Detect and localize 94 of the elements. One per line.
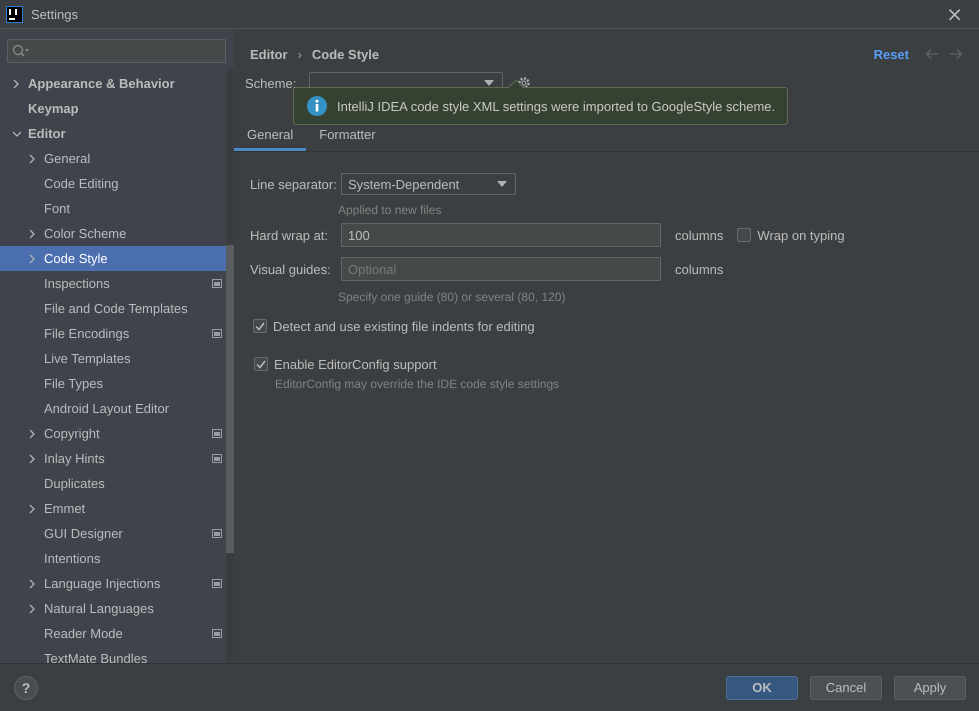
chevron-right-icon[interactable] — [28, 428, 36, 438]
app-logo-icon — [6, 6, 23, 22]
dropdown-arrow-icon — [497, 181, 507, 187]
item-label: Emmet — [44, 501, 86, 516]
breadcrumb-item: Editor — [250, 46, 288, 62]
sidebar-item[interactable]: Editor — [0, 121, 226, 146]
item-label: Editor — [28, 126, 66, 141]
sidebar-item[interactable]: Emmet — [0, 496, 226, 521]
checkbox[interactable] — [254, 357, 268, 371]
item-label: Code Editing — [44, 176, 118, 191]
scrollbar[interactable] — [226, 69, 234, 663]
window-title: Settings — [31, 6, 78, 22]
sidebar-item[interactable]: File Types — [0, 371, 226, 396]
item-label: Inlay Hints — [44, 451, 105, 466]
checkbox[interactable] — [737, 228, 752, 242]
sidebar-item[interactable]: Inspections — [0, 271, 226, 296]
item-label: Code Style — [44, 251, 108, 266]
item-label: TextMate Bundles — [44, 651, 148, 663]
sidebar-item[interactable]: TextMate Bundles — [0, 646, 226, 663]
close-button[interactable]: × — [942, 4, 967, 24]
item-label: File Encodings — [44, 326, 130, 341]
dialog-button[interactable]: Cancel — [810, 676, 882, 700]
item-label: Keymap — [28, 101, 79, 116]
item-label: Intentions — [44, 551, 100, 566]
sidebar-item[interactable]: Copyright — [0, 421, 226, 446]
sidebar-item[interactable]: Intentions — [0, 546, 226, 571]
breadcrumb-separator: › — [298, 46, 302, 62]
item-label: Natural Languages — [44, 601, 154, 616]
item-label: Duplicates — [44, 476, 105, 491]
sidebar-item[interactable]: Font — [0, 196, 226, 221]
item-label: Inspections — [44, 276, 110, 291]
item-label: GUI Designer — [44, 526, 123, 541]
line-separator-dropdown[interactable]: System-Dependent — [341, 173, 516, 195]
chevron-right-icon[interactable] — [12, 78, 20, 88]
chevron-down-icon[interactable] — [12, 130, 22, 138]
chevron-right-icon[interactable] — [28, 454, 36, 464]
item-label: Android Layout Editor — [44, 401, 170, 416]
sidebar-item[interactable]: Duplicates — [0, 471, 226, 496]
unit-label: columns — [675, 262, 724, 276]
checkbox-label: Wrap on typing — [757, 228, 845, 242]
help-button[interactable]: ? — [14, 676, 38, 700]
item-label: Live Templates — [44, 351, 130, 366]
sidebar-item[interactable]: File and Code Templates — [0, 296, 226, 321]
sidebar-item[interactable]: Android Layout Editor — [0, 396, 226, 421]
sidebar-item[interactable]: Code Style — [0, 246, 226, 271]
item-label: File Types — [44, 376, 104, 391]
sidebar-item[interactable]: Keymap — [0, 96, 226, 121]
search-field[interactable] — [7, 39, 226, 63]
item-label: File and Code Templates — [44, 301, 188, 316]
info-icon — [307, 96, 327, 116]
dropdown-arrow-icon — [484, 80, 494, 86]
reset-link[interactable]: Reset — [874, 46, 909, 62]
tab[interactable]: General — [234, 118, 306, 151]
unit-label: columns — [675, 228, 724, 242]
item-label: Appearance & Behavior — [28, 76, 175, 91]
sidebar-item[interactable]: General — [0, 146, 226, 171]
item-label: Language Injections — [44, 576, 160, 591]
checkbox[interactable] — [253, 319, 267, 333]
scheme-label: Scheme: — [245, 76, 296, 90]
item-label: Copyright — [44, 426, 100, 441]
checkbox-label: Detect and use existing file indents for editing — [273, 318, 535, 334]
breadcrumb-item: Code Style — [312, 46, 380, 62]
chevron-right-icon[interactable] — [28, 604, 36, 614]
sidebar-item[interactable]: Appearance & Behavior — [0, 71, 226, 96]
chevron-right-icon[interactable] — [28, 504, 36, 514]
sidebar-item[interactable]: Inlay Hints — [0, 446, 226, 471]
checkbox-label: Enable EditorConfig support — [274, 356, 437, 372]
sidebar-item[interactable]: GUI Designer — [0, 521, 226, 546]
gear-icon[interactable] — [517, 76, 532, 90]
hard-wrap-field[interactable]: 100 — [341, 223, 661, 247]
sidebar-item[interactable]: Reader Mode — [0, 621, 226, 646]
sidebar-item[interactable]: Live Templates — [0, 346, 226, 371]
item-label: Color Scheme — [44, 226, 126, 241]
hint-text: Applied to new files — [338, 203, 442, 217]
sidebar-item[interactable]: Code Editing — [0, 171, 226, 196]
sidebar-item[interactable]: Color Scheme — [0, 221, 226, 246]
chevron-right-icon[interactable] — [28, 578, 36, 588]
field-label: Visual guides: — [250, 262, 332, 276]
field-label: Line separator: — [250, 176, 338, 192]
dialog-button[interactable]: Apply — [894, 676, 966, 700]
chevron-right-icon[interactable] — [28, 154, 36, 164]
hint-text: Specify one guide (80) or several (80, 120) — [338, 290, 566, 304]
sidebar-item[interactable]: Language Injections — [0, 571, 226, 596]
chevron-right-icon[interactable] — [28, 228, 36, 238]
item-label: Reader Mode — [44, 626, 123, 641]
item-label: Font — [44, 201, 70, 216]
hint-text: EditorConfig may override the IDE code style settings — [275, 377, 560, 391]
field-label: Hard wrap at: — [250, 228, 330, 242]
sidebar-item[interactable]: File Encodings — [0, 321, 226, 346]
search-icon — [12, 44, 30, 58]
sidebar-item[interactable]: Natural Languages — [0, 596, 226, 621]
notification-text: IntelliJ IDEA code style XML settings were imported to GoogleStyle scheme. — [337, 98, 776, 114]
dialog-button[interactable]: OK — [726, 676, 798, 700]
item-label: General — [44, 151, 90, 166]
